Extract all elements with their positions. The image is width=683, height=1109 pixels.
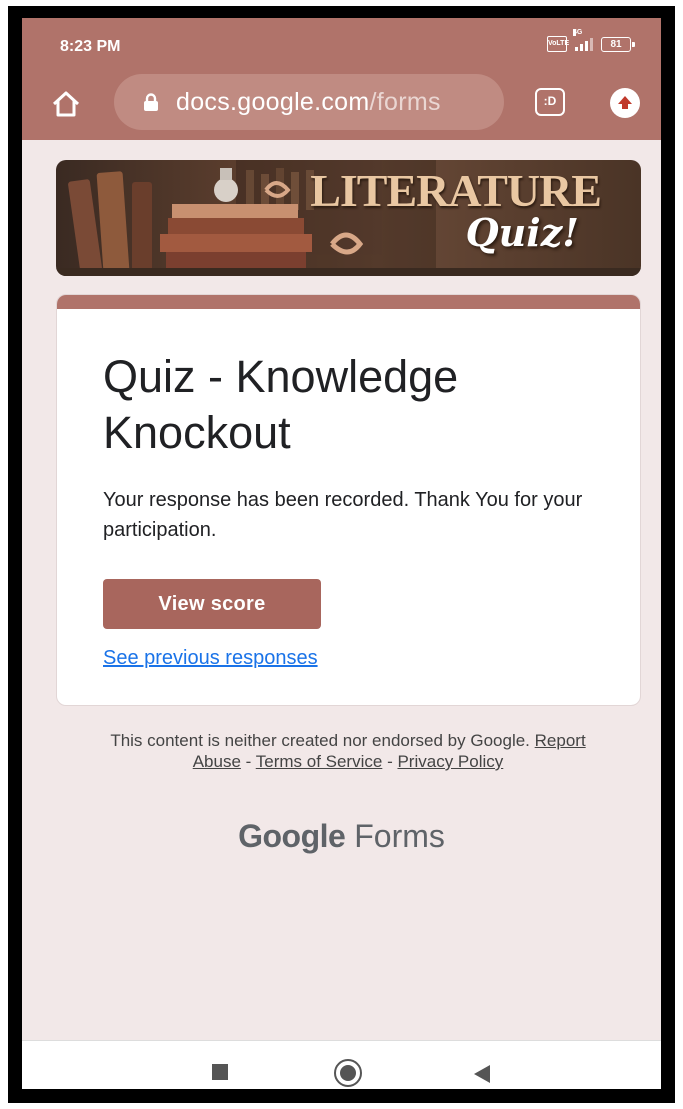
google-forms-logo[interactable]: Google Forms [22,818,661,855]
tabs-button[interactable]: :D [535,88,565,116]
browser-top-bar: 8:23 PM VoLTE 4G 81 docs.google.com/form… [22,18,661,140]
url-path: /forms [369,88,441,116]
terms-of-service-link[interactable]: Terms of Service [256,752,383,771]
logo-forms: Forms [354,818,445,854]
phone-frame: 8:23 PM VoLTE 4G 81 docs.google.com/form… [8,6,675,1103]
network-type: 4G [573,29,583,36]
banner-subtitle: Quiz! [465,210,579,255]
address-bar[interactable]: docs.google.com/forms [114,74,504,130]
battery-icon: 81 [601,36,635,52]
url-host: docs.google.com [176,88,370,116]
home-button[interactable] [50,88,82,120]
privacy-policy-link[interactable]: Privacy Policy [397,752,503,771]
logo-google: Google [238,818,346,854]
status-icons: VoLTE 4G 81 [547,29,635,52]
see-previous-responses-link[interactable]: See previous responses [103,647,318,670]
status-time: 8:23 PM [60,38,121,55]
footer-disclaimer: This content is neither created nor endo… [106,730,590,772]
signal-icon: 4G [573,29,593,51]
recents-icon[interactable] [212,1064,228,1080]
lock-icon [144,93,158,111]
quiz-banner: LITERATURE Quiz! [56,160,641,276]
volte-icon: VoLTE [547,36,569,52]
separator: - [245,752,252,771]
disclaimer-text: This content is neither created nor endo… [110,731,530,750]
screen: 8:23 PM VoLTE 4G 81 docs.google.com/form… [22,18,661,1089]
form-title: Quiz - Knowledge Knockout [103,351,459,458]
back-icon[interactable] [474,1065,490,1083]
url-text: docs.google.com/forms [176,88,441,117]
home-icon [52,91,80,117]
card-accent-bar [57,295,640,309]
confirmation-message: Your response has been recorded. Thank Y… [103,489,583,541]
upload-icon [618,96,632,109]
upload-button[interactable] [610,88,640,118]
home-nav-icon[interactable] [334,1059,362,1087]
confirmation-card: Quiz - Knowledge Knockout Your response … [56,294,641,706]
separator: - [387,752,393,771]
view-score-button[interactable]: View score [103,579,321,629]
android-nav-bar [22,1040,661,1089]
